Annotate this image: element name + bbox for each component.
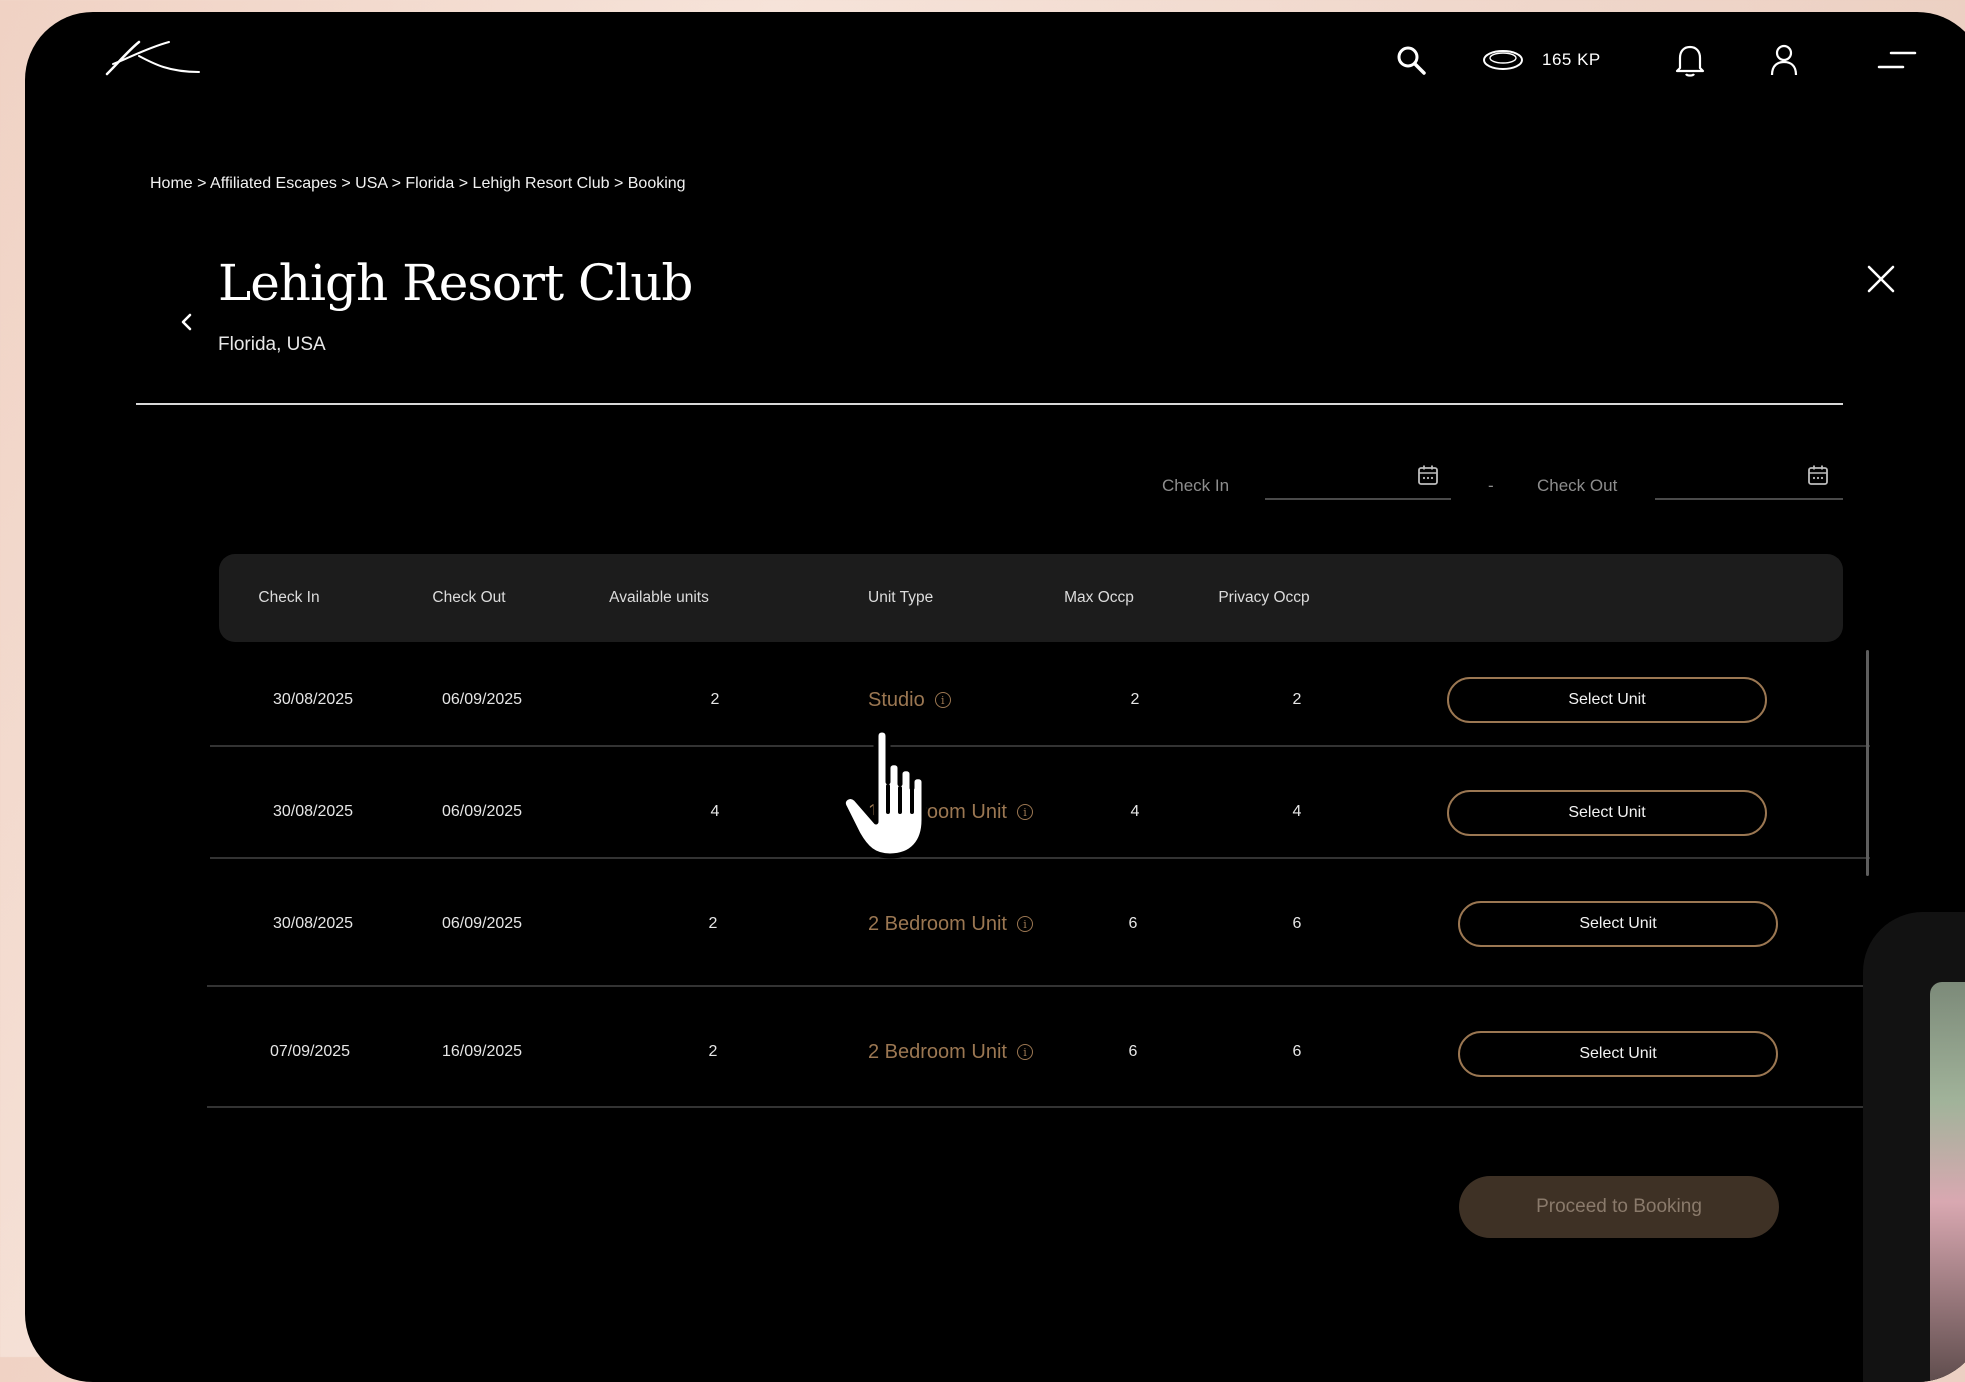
points-balance[interactable]: 165 KP: [1482, 40, 1601, 80]
table-row: 30/08/2025 06/09/2025 4 1 Bedroom Unit i…: [25, 762, 1965, 862]
proceed-to-booking-button[interactable]: Proceed to Booking: [1459, 1176, 1779, 1238]
cell-check-out: 06/09/2025: [441, 915, 523, 932]
back-chevron-icon[interactable]: [173, 304, 201, 340]
cell-available-units: 2: [710, 691, 720, 708]
cell-max-occp: 2: [1130, 691, 1140, 708]
cell-check-out: 16/09/2025: [441, 1043, 523, 1060]
page-title: Lehigh Resort Club: [218, 254, 693, 312]
resort-location: Florida, USA: [218, 334, 326, 355]
cell-max-occp: 4: [1130, 803, 1140, 820]
check-in-label: Check In: [1162, 476, 1230, 495]
cell-max-occp: 6: [1128, 1043, 1138, 1060]
cell-available-units: 4: [710, 803, 720, 820]
cell-privacy-occp: 6: [1292, 1043, 1302, 1060]
cell-check-in: 30/08/2025: [272, 691, 354, 708]
row-divider: [210, 857, 1870, 859]
cell-available-units: 2: [708, 915, 718, 932]
k-script-logo[interactable]: [99, 34, 209, 84]
cell-check-in: 07/09/2025: [269, 1043, 351, 1060]
column-header-check-out: Check Out: [432, 589, 506, 606]
cell-privacy-occp: 6: [1292, 915, 1302, 932]
unit-type-label: 2 Bedroom Unit: [868, 1040, 1007, 1063]
column-header-unit-type: Unit Type: [868, 589, 934, 606]
info-icon[interactable]: i: [1016, 804, 1033, 820]
row-divider: [207, 1106, 1867, 1108]
close-icon[interactable]: [1859, 257, 1903, 301]
select-unit-button[interactable]: Select Unit: [1458, 1031, 1778, 1077]
select-unit-button[interactable]: Select Unit: [1458, 901, 1778, 947]
resort-thumbnail[interactable]: [1930, 982, 1965, 1382]
table-scrollbar[interactable]: [1866, 650, 1869, 876]
menu-icon[interactable]: [1877, 40, 1917, 80]
title-divider: [136, 403, 1843, 405]
check-out-label: Check Out: [1537, 476, 1618, 495]
cell-privacy-occp: 4: [1292, 803, 1302, 820]
table-row: 30/08/2025 06/09/2025 2 2 Bedroom Unit i…: [25, 874, 1965, 974]
column-header-check-in: Check In: [258, 589, 320, 606]
unit-type-label: 2 Bedroom Unit: [868, 912, 1007, 935]
cell-available-units: 2: [708, 1043, 718, 1060]
cell-check-out: 06/09/2025: [441, 803, 523, 820]
coin-icon: [1483, 50, 1523, 70]
check-in-field[interactable]: [1265, 454, 1451, 500]
cell-check-out: 06/09/2025: [441, 691, 523, 708]
calendar-icon[interactable]: [1415, 462, 1441, 488]
check-out-field[interactable]: [1655, 454, 1843, 500]
user-icon[interactable]: [1764, 40, 1804, 80]
column-header-max-occp: Max Occp: [1064, 589, 1134, 606]
unit-type-label: Studio: [868, 688, 925, 711]
cell-unit-type[interactable]: 2 Bedroom Unit i: [868, 874, 1098, 974]
row-divider: [210, 745, 1870, 747]
info-icon[interactable]: i: [1016, 916, 1033, 932]
cell-privacy-occp: 2: [1292, 691, 1302, 708]
table-header: Check In Check Out Available units Unit …: [219, 554, 1843, 642]
select-unit-button[interactable]: Select Unit: [1447, 790, 1767, 836]
app-window: 165 KP Home > Affiliated Escapes > USA >…: [25, 12, 1965, 1382]
table-row: 30/08/2025 06/09/2025 2 Studio i 2 2 Sel…: [25, 650, 1965, 750]
column-header-available-units: Available units: [609, 589, 709, 606]
info-icon[interactable]: i: [1016, 1044, 1033, 1060]
hand-pointer-cursor-icon: [840, 727, 927, 859]
cell-unit-type[interactable]: 2 Bedroom Unit i: [868, 1002, 1098, 1102]
bell-icon[interactable]: [1670, 40, 1710, 80]
table-row: 07/09/2025 16/09/2025 2 2 Bedroom Unit i…: [25, 1002, 1965, 1102]
points-value: 165 KP: [1542, 50, 1601, 69]
date-separator: -: [1488, 476, 1494, 495]
breadcrumb[interactable]: Home > Affiliated Escapes > USA > Florid…: [150, 175, 686, 193]
cell-max-occp: 6: [1128, 915, 1138, 932]
select-unit-button[interactable]: Select Unit: [1447, 677, 1767, 723]
cell-check-in: 30/08/2025: [272, 803, 354, 820]
column-header-privacy-occp: Privacy Occp: [1218, 589, 1310, 606]
info-icon[interactable]: i: [934, 692, 951, 708]
row-divider: [207, 985, 1867, 987]
cell-check-in: 30/08/2025: [272, 915, 354, 932]
calendar-icon[interactable]: [1805, 462, 1831, 488]
search-icon[interactable]: [1391, 40, 1431, 80]
